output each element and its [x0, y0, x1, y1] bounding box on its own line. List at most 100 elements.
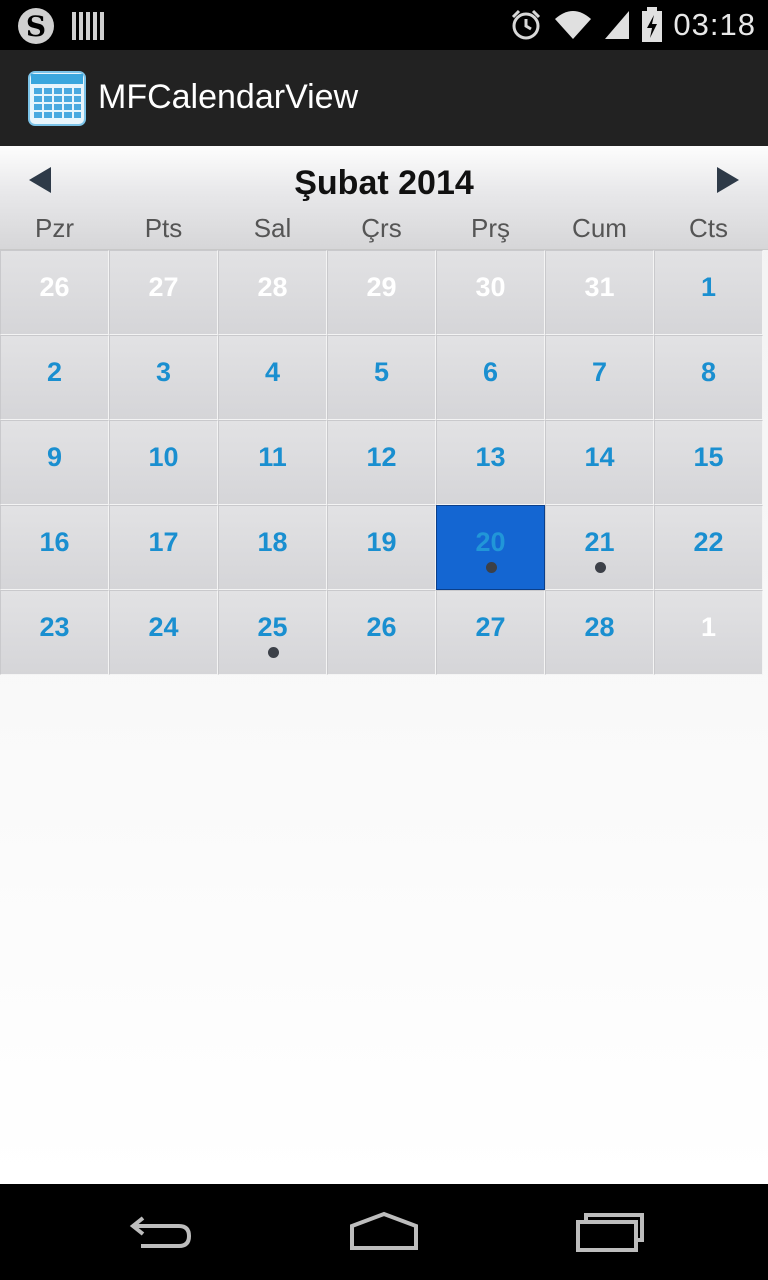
day-cell[interactable]: 13 — [436, 420, 545, 505]
weekday-label: Sal — [253, 213, 292, 243]
day-cell[interactable]: 8 — [654, 335, 763, 420]
day-number: 19 — [366, 527, 397, 557]
day-cell[interactable]: 2 — [0, 335, 109, 420]
day-number: 27 — [148, 272, 179, 302]
calendar-app-icon — [28, 71, 86, 126]
day-number: 2 — [46, 357, 63, 387]
day-number: 21 — [584, 527, 615, 557]
day-cell[interactable]: 27 — [436, 590, 545, 675]
day-cell[interactable]: 27 — [109, 250, 218, 335]
day-cell[interactable]: 18 — [218, 505, 327, 590]
week-row: 9 10 11 12 13 14 15 — [0, 420, 763, 505]
day-cell[interactable]: 7 — [545, 335, 654, 420]
month-title: Şubat 2014 — [294, 164, 474, 202]
day-number: 18 — [257, 527, 288, 557]
day-number: 28 — [257, 272, 288, 302]
day-cell[interactable]: 1 — [654, 590, 763, 675]
day-cell[interactable]: 23 — [0, 590, 109, 675]
wifi-icon — [555, 11, 592, 39]
day-cell[interactable]: 12 — [327, 420, 436, 505]
alarm-clock-icon — [512, 9, 541, 40]
day-cell[interactable]: 5 — [327, 335, 436, 420]
day-cell[interactable]: 9 — [0, 420, 109, 505]
calendar-header: Şubat 2014 Pzr Pts Sal Çrs Prş Cum Cts — [0, 146, 768, 250]
navigation-bar — [0, 1184, 768, 1280]
day-number: 26 — [366, 612, 397, 642]
event-dot-icon — [594, 562, 606, 573]
day-cell[interactable]: 30 — [436, 250, 545, 335]
right-arrow-icon — [717, 167, 739, 193]
day-number: 29 — [366, 272, 397, 302]
day-cell[interactable]: 26 — [0, 250, 109, 335]
s-circle-icon: S — [18, 8, 54, 44]
event-dot-icon — [267, 647, 279, 658]
week-row: 2 3 4 5 6 7 8 — [0, 335, 763, 420]
day-number: 15 — [693, 442, 724, 472]
week-row: 16 17 18 19 20 21 22 — [0, 505, 763, 590]
day-number: 9 — [46, 442, 63, 472]
day-number: 3 — [155, 357, 172, 387]
day-number: 28 — [584, 612, 615, 642]
home-icon — [350, 1211, 418, 1250]
day-number: 23 — [39, 612, 70, 642]
day-number: 27 — [475, 612, 506, 642]
weekday-label: Cts — [689, 213, 728, 243]
day-number: 10 — [148, 442, 179, 472]
back-button[interactable] — [120, 1206, 200, 1258]
day-cell-selected[interactable]: 20 — [436, 505, 545, 590]
day-cell[interactable]: 22 — [654, 505, 763, 590]
day-cell[interactable]: 17 — [109, 505, 218, 590]
day-cell[interactable]: 28 — [545, 590, 654, 675]
day-number: 1 — [700, 272, 717, 302]
day-number: 1 — [700, 612, 717, 642]
day-cell[interactable]: 16 — [0, 505, 109, 590]
day-number: 22 — [693, 527, 724, 557]
day-number: 12 — [366, 442, 397, 472]
recent-apps-button[interactable] — [570, 1206, 650, 1258]
day-number: 24 — [148, 612, 179, 642]
day-cell[interactable]: 1 — [654, 250, 763, 335]
day-cell[interactable]: 14 — [545, 420, 654, 505]
day-number: 4 — [264, 357, 281, 387]
day-cell[interactable]: 25 — [218, 590, 327, 675]
event-dot-icon — [485, 562, 497, 573]
day-cell[interactable]: 26 — [327, 590, 436, 675]
weekday-label: Cum — [572, 213, 627, 243]
day-number: 30 — [475, 272, 506, 302]
cell-signal-icon — [605, 11, 630, 39]
day-number: 8 — [700, 357, 717, 387]
day-grid: 26 27 28 29 30 31 1 2 3 4 5 6 7 8 9 10 11 12 13 14 15 16 17 18 1… — [0, 250, 763, 675]
status-bar: S 03:18 — [0, 0, 768, 50]
next-month-button[interactable] — [708, 160, 748, 200]
day-number: 14 — [584, 442, 615, 472]
back-icon — [129, 1216, 192, 1248]
day-cell[interactable]: 29 — [327, 250, 436, 335]
home-button[interactable] — [344, 1206, 424, 1258]
weekday-label: Pts — [144, 213, 183, 243]
day-number: 20 — [475, 527, 506, 557]
day-cell[interactable]: 24 — [109, 590, 218, 675]
day-cell[interactable]: 11 — [218, 420, 327, 505]
day-number: 26 — [39, 272, 70, 302]
day-number: 6 — [482, 357, 499, 387]
day-cell[interactable]: 6 — [436, 335, 545, 420]
day-number: 13 — [475, 442, 506, 472]
day-number: 25 — [257, 612, 288, 642]
day-cell[interactable]: 4 — [218, 335, 327, 420]
day-number: 7 — [591, 357, 608, 387]
day-cell[interactable]: 21 — [545, 505, 654, 590]
day-number: 5 — [373, 357, 390, 387]
action-bar: MFCalendarView — [0, 50, 768, 146]
day-cell[interactable]: 15 — [654, 420, 763, 505]
calendar-view: Şubat 2014 Pzr Pts Sal Çrs Prş Cum Cts 2… — [0, 146, 768, 1184]
week-row: 23 24 25 26 27 28 1 — [0, 590, 763, 675]
day-number: 17 — [148, 527, 179, 557]
weekday-label: Çrs — [361, 213, 402, 243]
day-cell[interactable]: 19 — [327, 505, 436, 590]
day-cell[interactable]: 3 — [109, 335, 218, 420]
day-cell[interactable]: 28 — [218, 250, 327, 335]
day-cell[interactable]: 10 — [109, 420, 218, 505]
app-title: MFCalendarView — [98, 78, 359, 116]
day-cell[interactable]: 31 — [545, 250, 654, 335]
week-row: 26 27 28 29 30 31 1 — [0, 250, 763, 335]
